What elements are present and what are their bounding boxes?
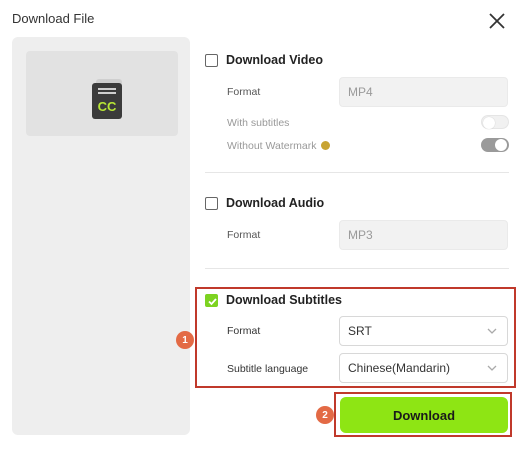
video-format-field: MP4 [339, 77, 508, 107]
download-audio-checkbox[interactable] [205, 196, 218, 210]
coin-icon [321, 140, 331, 150]
download-subtitles-label: Download Subtitles [226, 293, 342, 307]
close-icon[interactable] [486, 10, 508, 32]
divider [205, 268, 509, 269]
chevron-down-icon [487, 328, 497, 334]
download-video-label: Download Video [226, 53, 323, 67]
download-file-dialog: Download File CC Download Video Format M… [0, 0, 520, 450]
download-audio-option[interactable]: Download Audio [205, 196, 324, 210]
download-button[interactable]: Download [340, 397, 508, 433]
subtitle-format-label: Format [227, 325, 261, 337]
preview-thumbnail: CC [26, 51, 178, 136]
subtitle-format-select[interactable]: SRT [339, 316, 508, 346]
subtitle-language-value: Chinese(Mandarin) [348, 361, 451, 375]
without-watermark-row: Without Watermark [227, 140, 331, 152]
check-icon [208, 297, 217, 305]
download-subtitles-checkbox[interactable] [205, 293, 218, 307]
subtitle-language-select[interactable]: Chinese(Mandarin) [339, 353, 508, 383]
chevron-down-icon [487, 365, 497, 371]
step-marker-1: 1 [176, 331, 194, 349]
subtitle-file-icon: CC [92, 79, 122, 119]
without-watermark-toggle[interactable] [481, 138, 509, 152]
download-subtitles-option[interactable]: Download Subtitles [205, 293, 342, 307]
download-audio-label: Download Audio [226, 196, 325, 210]
with-subtitles-label: With subtitles [227, 117, 290, 129]
download-video-option[interactable]: Download Video [205, 53, 323, 67]
cc-label: CC [98, 99, 117, 114]
video-format-label: Format [227, 86, 261, 98]
dialog-title: Download File [12, 11, 95, 26]
step-marker-2: 2 [316, 406, 334, 424]
without-watermark-label: Without Watermark [227, 140, 317, 152]
subtitle-language-label: Subtitle language [227, 363, 309, 375]
download-video-checkbox[interactable] [205, 53, 218, 67]
with-subtitles-toggle[interactable] [481, 115, 509, 129]
subtitle-format-value: SRT [348, 324, 372, 338]
audio-format-field: MP3 [339, 220, 508, 250]
preview-panel: CC [12, 37, 190, 435]
audio-format-label: Format [227, 229, 261, 241]
divider [205, 172, 509, 173]
